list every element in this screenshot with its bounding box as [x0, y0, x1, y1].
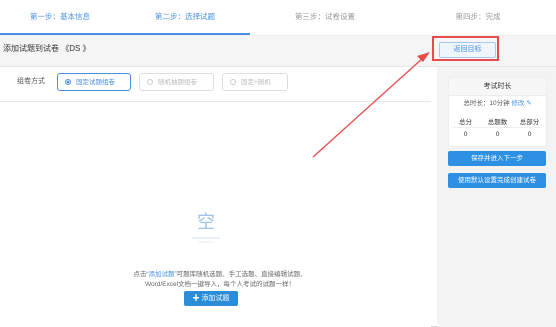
option-fixed-plus-random[interactable]: 固定+随机 [222, 73, 288, 91]
create-with-defaults-button[interactable]: 使用默认设置完成创建试卷 [448, 173, 546, 188]
stat-total-sections: 0 [527, 131, 532, 138]
step-2[interactable]: 第二步：选择试题 [120, 0, 250, 33]
stat-header-total-sections: 总部分 [519, 119, 540, 126]
plus-icon: ✚ [192, 295, 200, 302]
stat-total-questions: 0 [495, 131, 500, 138]
edit-label[interactable]: 修改 [511, 100, 524, 107]
compose-mode-label: 组卷方式 [17, 78, 45, 85]
empty-state-icon: 空 [192, 212, 220, 243]
divider [453, 127, 542, 128]
add-question-label: 添加试题 [201, 295, 230, 302]
radio-icon[interactable] [230, 79, 236, 85]
save-and-next-button[interactable]: 保存并进入下一步 [448, 151, 546, 166]
duration-value: 10分钟 [489, 100, 510, 107]
step-4[interactable]: 第四步：完成 [400, 0, 556, 33]
option-random-questions[interactable]: 随机抽题组卷 [139, 73, 214, 91]
empty-suffix: 可题库随机选题、手工选题、直接编辑试题、 [176, 271, 307, 278]
exam-info-card: 考试时长 总时长：10分钟 修改 ✎ 总分 总题数 总部分 0 0 0 [448, 77, 547, 147]
pencil-icon[interactable]: ✎ [526, 100, 531, 107]
empty-line-2: Word/Excel文档一键导入，每个人考试的试题一样！ [144, 281, 296, 288]
compose-mode-row: 组卷方式 固定试题组卷 随机抽题组卷 固定+随机 [0, 67, 431, 102]
option-mixed-label: 固定+随机 [241, 79, 271, 86]
step-1[interactable]: 第一步：基本信息 [0, 0, 120, 33]
empty-prefix: 点击 [133, 271, 147, 278]
option-random-label: 随机抽题组卷 [158, 79, 197, 86]
empty-glyph: 空 [197, 212, 215, 233]
duration-row: 总时长：10分钟 修改 ✎ [449, 98, 546, 110]
option-fixed-label: 固定试题组卷 [76, 79, 115, 86]
add-question-button[interactable]: ✚ 添加试题 [184, 291, 238, 306]
edit-duration-link[interactable]: 修改 ✎ [511, 100, 531, 107]
stat-total-score: 0 [463, 131, 468, 138]
step-3[interactable]: 第三步：试卷设置 [250, 0, 400, 33]
step-bar: 第一步：基本信息 第二步：选择试题 第三步：试卷设置 第四步：完成 [0, 0, 556, 36]
empty-state-text: 点击“添加试题”可题库随机选题、手工选题、直接编辑试题、 Word/Excel文… [100, 270, 340, 290]
radio-icon[interactable] [147, 79, 153, 85]
add-question-link[interactable]: “添加试题” [146, 271, 176, 278]
step-progress-bar [0, 33, 250, 35]
highlight-box [432, 36, 499, 61]
radio-selected-icon[interactable] [65, 79, 71, 85]
card-title: 考试时长 [449, 78, 546, 96]
page-title: 添加试题到试卷 《DS 》 [3, 44, 91, 53]
stat-header-total-questions: 总题数 [487, 119, 508, 126]
empty-line-1: 点击“添加试题”可题库随机选题、手工选题、直接编辑试题、 [100, 270, 340, 280]
option-fixed-questions[interactable]: 固定试题组卷 [57, 73, 131, 91]
stat-header-total-score: 总分 [459, 119, 472, 126]
duration-label: 总时长： [463, 100, 490, 107]
